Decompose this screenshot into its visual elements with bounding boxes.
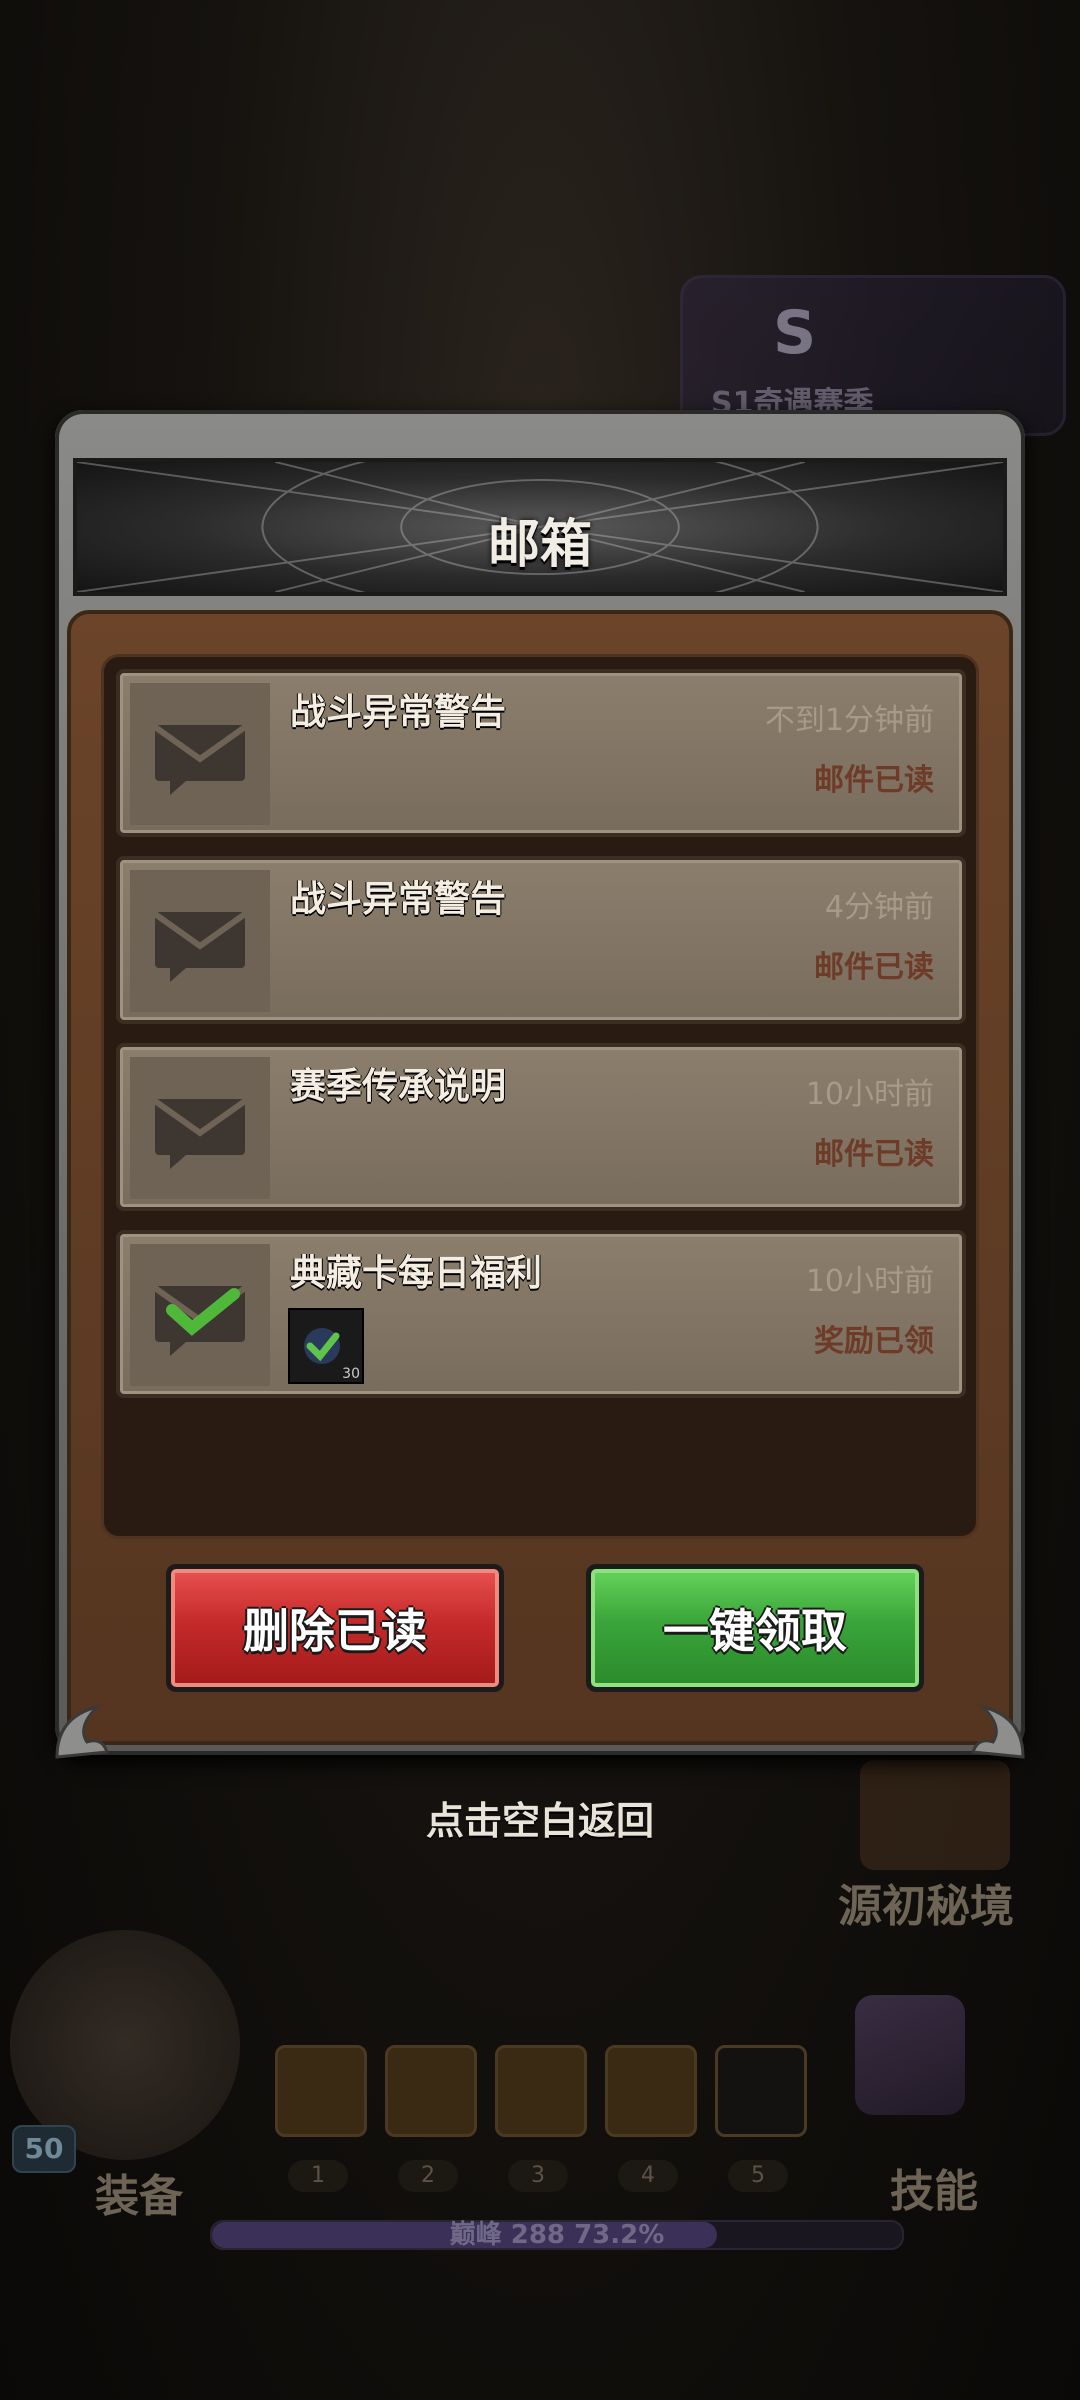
- skill-slot-5[interactable]: [715, 2045, 807, 2137]
- envelope-icon: [130, 870, 270, 1012]
- mail-status: 邮件已读: [814, 950, 934, 985]
- dialog-title: 邮箱: [487, 515, 592, 575]
- mail-time: 10小时前: [805, 1077, 934, 1112]
- skill-slot-4[interactable]: [605, 2045, 697, 2137]
- slot-number: 5: [728, 2160, 788, 2192]
- reward-item-icon[interactable]: 30: [288, 1308, 364, 1384]
- mail-item[interactable]: 典藏卡每日福利 30 10小时前 奖励已领: [116, 1230, 966, 1398]
- mail-status: 奖励已领: [814, 1324, 934, 1359]
- slot-number: 2: [398, 2160, 458, 2192]
- delete-read-label: 删除已读: [243, 1604, 427, 1658]
- envelope-icon: [130, 683, 270, 825]
- slot-number: 3: [508, 2160, 568, 2192]
- level-badge: 50: [12, 2125, 76, 2173]
- mail-list[interactable]: 战斗异常警告 不到1分钟前 邮件已读 战斗异常警告 4分钟前 邮件已读 赛季传承…: [101, 654, 979, 1539]
- mail-time: 不到1分钟前: [764, 703, 934, 738]
- mailbox-dialog: 邮箱 战斗异常警告 不到1分钟前 邮件已读 战斗异常警告 4分钟前 邮件已读 赛…: [55, 410, 1025, 1759]
- skill-slot-1[interactable]: [275, 2045, 367, 2137]
- envelope-checked-icon: [130, 1244, 270, 1386]
- skill-slot-2[interactable]: [385, 2045, 477, 2137]
- reward-count: 30: [342, 1366, 360, 1382]
- dialog-body: 战斗异常警告 不到1分钟前 邮件已读 战斗异常警告 4分钟前 邮件已读 赛季传承…: [67, 610, 1013, 1745]
- mail-title: 战斗异常警告: [290, 879, 507, 920]
- slot-number: 4: [618, 2160, 678, 2192]
- delete-read-button[interactable]: 删除已读: [166, 1564, 504, 1692]
- envelope-icon: [130, 1057, 270, 1199]
- claim-all-label: 一键领取: [663, 1604, 847, 1658]
- mail-title: 典藏卡每日福利: [290, 1253, 543, 1294]
- slot-number: 1: [288, 2160, 348, 2192]
- mail-title: 战斗异常警告: [290, 692, 507, 733]
- corner-ornament-icon: [970, 1704, 1025, 1759]
- skill-label[interactable]: 技能: [890, 2155, 978, 2219]
- mail-status: 邮件已读: [814, 1137, 934, 1172]
- claim-all-button[interactable]: 一键领取: [586, 1564, 924, 1692]
- season-letter: S: [773, 298, 817, 368]
- title-bar: 邮箱: [73, 458, 1007, 596]
- skill-slot-3[interactable]: [495, 2045, 587, 2137]
- progress-text: 巅峰 288 73.2%: [449, 2220, 665, 2250]
- mail-item[interactable]: 战斗异常警告 不到1分钟前 邮件已读: [116, 669, 966, 837]
- mail-time: 10小时前: [805, 1264, 934, 1299]
- mail-item[interactable]: 赛季传承说明 10小时前 邮件已读: [116, 1043, 966, 1211]
- boss-realm-label: 源初秘境: [838, 1881, 1014, 1932]
- mail-title: 赛季传承说明: [290, 1066, 507, 1107]
- tap-blank-hint: 点击空白返回: [425, 1799, 654, 1843]
- mail-item[interactable]: 战斗异常警告 4分钟前 邮件已读: [116, 856, 966, 1024]
- equip-label[interactable]: 装备: [95, 2160, 183, 2224]
- skill-book-icon[interactable]: [855, 1995, 965, 2115]
- corner-ornament-icon: [55, 1704, 110, 1759]
- peak-progress-bar: 巅峰 288 73.2%: [210, 2220, 904, 2250]
- mail-time: 4分钟前: [824, 890, 934, 925]
- mail-status: 邮件已读: [814, 763, 934, 798]
